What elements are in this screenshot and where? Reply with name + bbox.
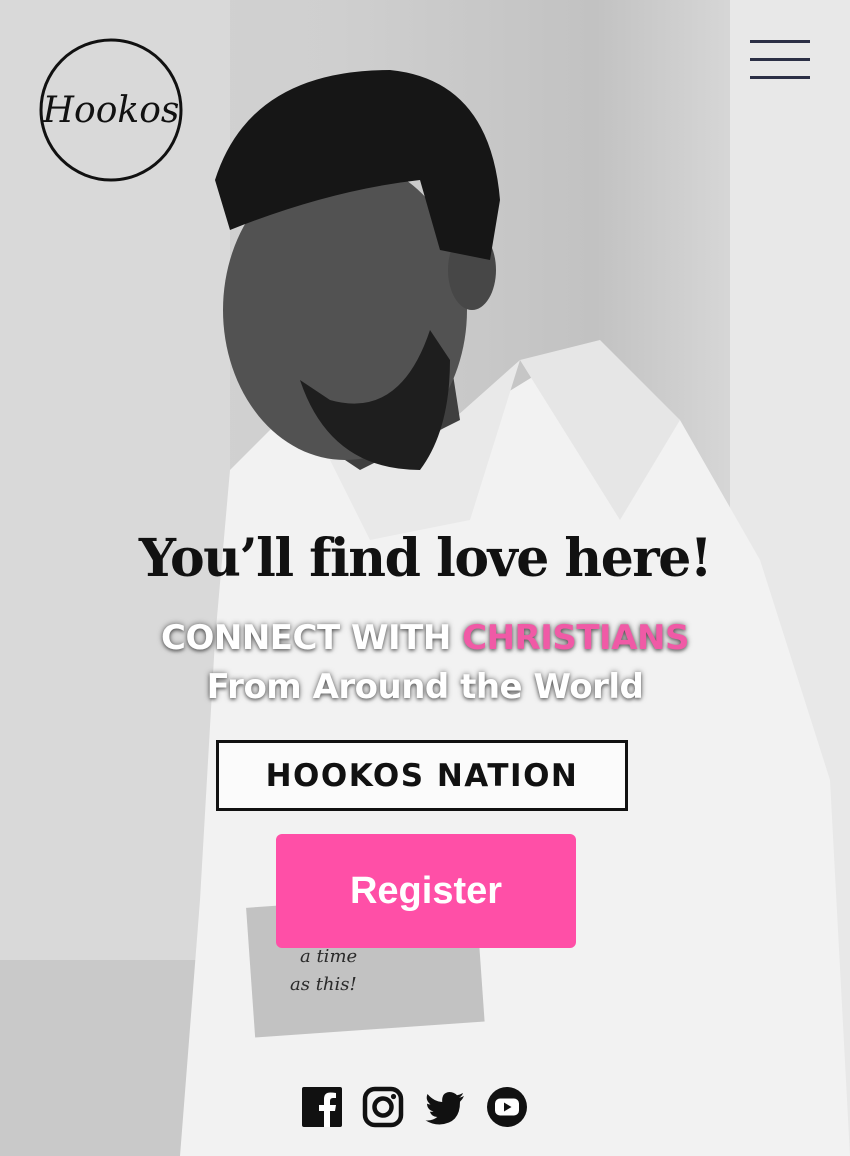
- twitter-icon[interactable]: [424, 1086, 466, 1128]
- menu-line: [750, 58, 810, 61]
- hero-subline-2: From Around the World: [206, 667, 644, 707]
- hero-headline: You’ll find love here!: [138, 528, 713, 589]
- instagram-icon[interactable]: [362, 1086, 404, 1128]
- social-links: [301, 1086, 531, 1130]
- subline-accent-text: CHRISTIANS: [462, 618, 689, 658]
- subline-connect-text: CONNECT WITH: [161, 618, 463, 658]
- facebook-icon[interactable]: [301, 1086, 343, 1128]
- menu-line: [750, 40, 810, 43]
- hookos-logo[interactable]: Hookos: [39, 38, 183, 182]
- badge-label: HOOKOS NATION: [265, 757, 579, 794]
- hamburger-menu-icon[interactable]: [750, 38, 810, 82]
- hero-subline-1: CONNECT WITH CHRISTIANS: [0, 618, 850, 658]
- register-button[interactable]: Register: [276, 834, 576, 948]
- hookos-nation-badge: HOOKOS NATION: [216, 740, 628, 811]
- shirt-print-line-2: as this!: [290, 974, 357, 995]
- shirt-print-line-1: a time: [300, 946, 357, 967]
- logo-text: Hookos: [42, 90, 180, 131]
- menu-line: [750, 76, 810, 79]
- youtube-icon[interactable]: [486, 1086, 528, 1128]
- logo-circle-icon: Hookos: [39, 38, 183, 182]
